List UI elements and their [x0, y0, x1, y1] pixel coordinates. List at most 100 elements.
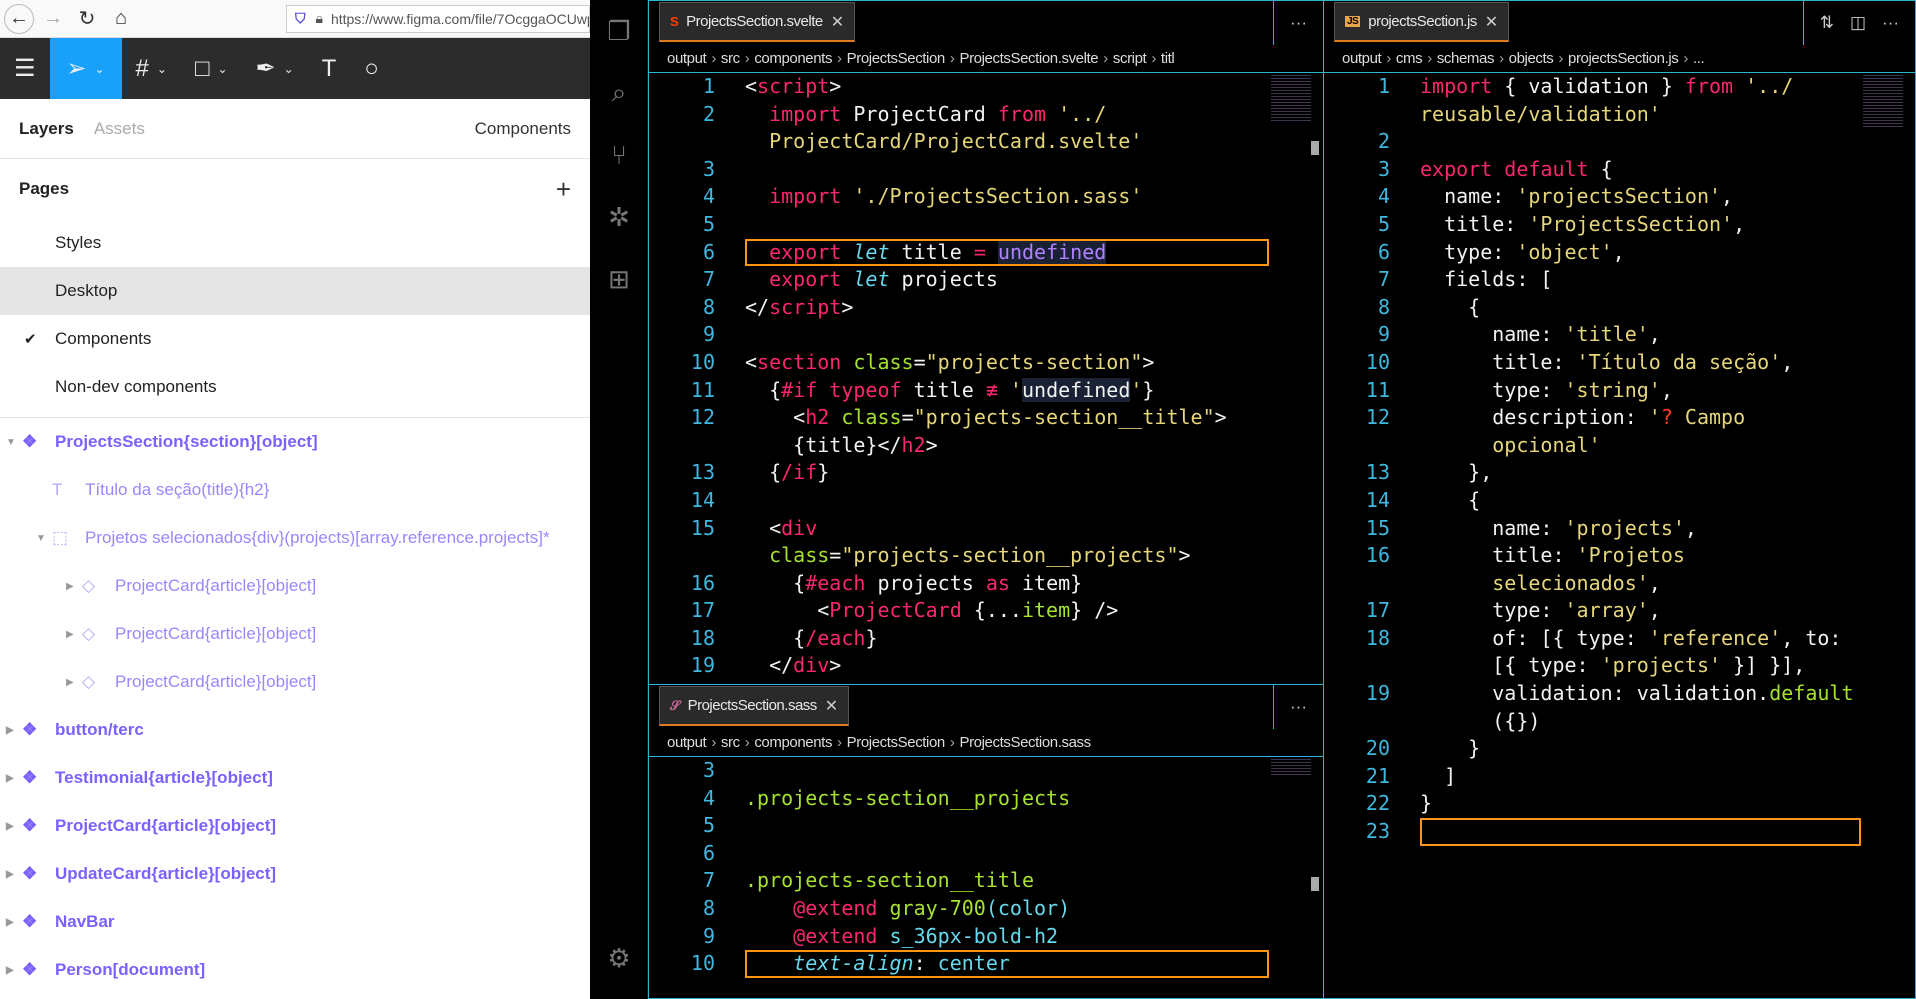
caret-right-icon[interactable]: ▶: [6, 773, 14, 784]
code-token: type:: [1420, 598, 1565, 623]
address-bar[interactable]: ⛉ 🔒︎ https://www.figma.com/file/7OcggaOCUw…: [286, 4, 590, 33]
frame-tool-button[interactable]: # ⌄: [122, 38, 181, 99]
page-item[interactable]: Desktop: [0, 267, 590, 315]
caret-down-icon[interactable]: ▼: [36, 533, 46, 544]
breadcrumb-item[interactable]: ProjectsSection: [847, 734, 946, 751]
breadcrumb-item[interactable]: output: [1342, 50, 1382, 67]
code-editor[interactable]: 1 <script> 2 import ProjectCard from '../ …: [649, 73, 1323, 680]
layer-label: Título da seção(title){h2}: [85, 480, 270, 499]
caret-right-icon[interactable]: ▶: [6, 821, 14, 832]
code-line: 3: [649, 156, 1323, 184]
tab-projectssection-svelte[interactable]: S ProjectsSection.svelte ✕: [659, 2, 855, 42]
settings-gear-icon[interactable]: ⚙: [590, 927, 648, 989]
layer-row[interactable]: ▼ ❖ ProjectsSection{section}[object]: [0, 418, 590, 466]
layer-row[interactable]: T Título da seção(title){h2}: [0, 466, 590, 514]
text-tool-button[interactable]: T: [308, 38, 351, 99]
code-token: opcional': [1420, 432, 1601, 457]
breadcrumb-item[interactable]: ProjectsSection.sass: [959, 734, 1091, 751]
close-icon[interactable]: ✕: [825, 696, 838, 716]
caret-right-icon[interactable]: ▶: [6, 869, 14, 880]
split-editor-icon[interactable]: ◫: [1850, 13, 1866, 33]
page-item[interactable]: Styles: [0, 219, 590, 267]
editor-pane-svelte: S ProjectsSection.svelte ✕ ··· output › src ›…: [648, 0, 1324, 685]
page-label: Desktop: [55, 281, 118, 300]
caret-right-icon[interactable]: ▶: [6, 725, 14, 736]
more-actions-icon[interactable]: ···: [1882, 13, 1899, 33]
reload-button[interactable]: ↻: [72, 4, 102, 34]
activity-bar: ❐ ⌕ ⑂ ✲ ⊞ ⚙: [590, 0, 648, 999]
code-line: 17 type: 'array',: [1324, 597, 1915, 625]
compare-changes-icon[interactable]: ⇅: [1820, 13, 1834, 33]
breadcrumb: output › src › components › ProjectsSection › Pr…: [649, 729, 1323, 757]
back-button[interactable]: ←: [4, 3, 34, 34]
layer-row[interactable]: ▶ ❖ UpdateCard{article}[object]: [0, 850, 590, 898]
line-content: import './ProjectsSection.sass': [715, 183, 1142, 211]
breadcrumb-item[interactable]: schemas: [1437, 50, 1495, 67]
pen-tool-button[interactable]: ✒ ⌄: [242, 38, 308, 99]
caret-right-icon[interactable]: ▶: [6, 965, 14, 976]
code-editor[interactable]: 3 4 .projects-section__projects 5 6 7 .project…: [649, 757, 1323, 978]
breadcrumb-item[interactable]: src: [721, 734, 740, 751]
breadcrumb-item[interactable]: src: [721, 50, 740, 67]
breadcrumb-item[interactable]: ProjectsSection: [847, 50, 946, 67]
code-token: 'projectsSection': [1516, 184, 1722, 209]
caret-right-icon[interactable]: ▶: [66, 581, 74, 592]
caret-right-icon[interactable]: ▶: [6, 917, 14, 928]
add-page-button[interactable]: +: [556, 174, 571, 205]
layer-row[interactable]: ▶ ❖ Person[document]: [0, 946, 590, 994]
source-control-icon[interactable]: ⑂: [590, 124, 648, 186]
caret-right-icon[interactable]: ▶: [66, 629, 74, 640]
layer-row[interactable]: ▶ ❖ Testimonial{article}[object]: [0, 754, 590, 802]
breadcrumb-item[interactable]: cms: [1396, 50, 1423, 67]
breadcrumb-item[interactable]: output: [667, 50, 707, 67]
layer-row[interactable]: ▼ ⬚ Projetos selecionados{div}(projects)[a…: [0, 514, 590, 562]
layer-row[interactable]: ▶ ❖ ProjectCard{article}[object]: [0, 802, 590, 850]
close-icon[interactable]: ✕: [1485, 12, 1498, 32]
breadcrumb-item[interactable]: projectsSection.js: [1568, 50, 1679, 67]
layer-row[interactable]: ▶ ◇ ProjectCard{article}[object]: [0, 610, 590, 658]
more-actions-icon[interactable]: ···: [1290, 13, 1307, 33]
current-page-dropdown[interactable]: Components: [475, 119, 571, 139]
layer-row[interactable]: ▶ ❖ NavBar: [0, 898, 590, 946]
code-token: export: [769, 267, 842, 292]
search-icon[interactable]: ⌕: [590, 62, 648, 124]
code-line: 7 .projects-section__title: [649, 867, 1323, 895]
forward-button[interactable]: →: [38, 4, 68, 34]
close-icon[interactable]: ✕: [831, 12, 844, 32]
shape-tool-button[interactable]: □ ⌄: [181, 38, 242, 99]
tab-bar: 𝒮 ProjectsSection.sass ✕ ···: [649, 685, 1323, 729]
code-token: section: [757, 349, 842, 374]
breadcrumb-item[interactable]: components: [754, 50, 832, 67]
page-item[interactable]: Non-dev components: [0, 363, 590, 411]
tab-layers[interactable]: Layers: [19, 119, 74, 139]
menu-button[interactable]: ☰: [0, 38, 50, 99]
tab-projectssection-js[interactable]: JS projectsSection.js ✕: [1334, 2, 1509, 42]
code-editor[interactable]: 1 import { validation } from '../reusable…: [1324, 73, 1915, 846]
code-token: title: [889, 239, 974, 264]
tab-assets[interactable]: Assets: [94, 119, 145, 139]
breadcrumb-item[interactable]: script: [1113, 50, 1147, 67]
breadcrumb-item[interactable]: titl: [1161, 50, 1175, 67]
layer-row[interactable]: ▶ ◇ ProjectCard{article}[object]: [0, 658, 590, 706]
more-actions-icon[interactable]: ···: [1290, 697, 1307, 717]
breadcrumb-item[interactable]: objects: [1509, 50, 1554, 67]
tab-projectssection-sass[interactable]: 𝒮 ProjectsSection.sass ✕: [659, 686, 849, 726]
breadcrumb-item[interactable]: ...: [1693, 50, 1705, 67]
page-item[interactable]: ✔ Components: [0, 315, 590, 363]
move-tool-button[interactable]: ➢ ⌄: [49, 38, 122, 99]
debug-icon[interactable]: ✲: [590, 186, 648, 248]
explorer-icon[interactable]: ❐: [590, 0, 648, 62]
breadcrumb-item[interactable]: components: [754, 734, 832, 751]
caret-right-icon[interactable]: ▶: [66, 677, 74, 688]
extensions-icon[interactable]: ⊞: [590, 248, 648, 310]
home-button[interactable]: ⌂: [106, 4, 136, 34]
line-number: 17: [1365, 598, 1390, 623]
text-icon: T: [321, 54, 337, 82]
caret-down-icon[interactable]: ▼: [6, 437, 16, 448]
url-text: https://www.figma.com/file/7OcggaOCUwpzJ…: [330, 10, 589, 27]
breadcrumb-item[interactable]: ProjectsSection.svelte: [959, 50, 1098, 67]
comment-tool-button[interactable]: ○: [350, 38, 393, 99]
layer-row[interactable]: ▶ ◇ ProjectCard{article}[object]: [0, 562, 590, 610]
layer-row[interactable]: ▶ ❖ button/terc: [0, 706, 590, 754]
breadcrumb-item[interactable]: output: [667, 734, 707, 751]
